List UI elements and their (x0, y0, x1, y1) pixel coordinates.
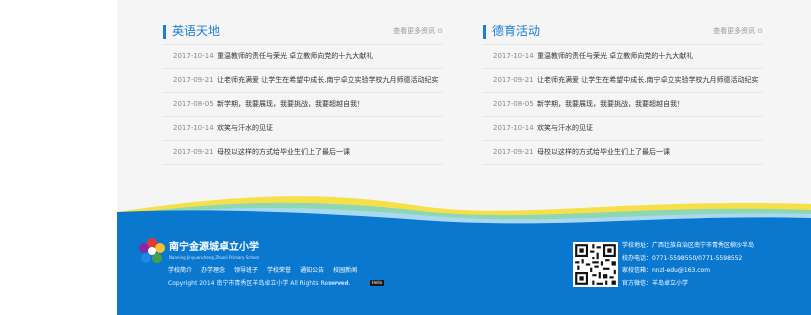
item-title[interactable]: 母校以这样的方式给毕业生们上了最后一课 (217, 148, 350, 157)
item-title[interactable]: 新学期，我要展现，我要挑战，我要超越自我！ (217, 100, 364, 109)
section-accent-bar (483, 25, 486, 39)
school-name: 南宁金源城卓立小学 (169, 242, 259, 253)
arrow-circle-icon: ⊙ (437, 27, 443, 35)
footer-link-notices[interactable]: 通知公告 (300, 266, 324, 275)
list-item[interactable]: 2017-10-14 重温教师的责任与荣光 卓立教师向党的十九大献礼 (163, 45, 443, 69)
copyright-text: Copyright 2014 南宁市青秀区羊岛卓立小学 All Rights R… (168, 280, 351, 287)
powered-by-badge[interactable]: Hello (370, 280, 384, 286)
section-header: 英语天地 查看更多资讯 ⊙ (163, 18, 443, 45)
flower-logo-icon (139, 238, 165, 263)
item-date: 2017-09-21 (173, 76, 214, 84)
list-item[interactable]: 2017-10-14 重温教师的责任与荣光 卓立教师向党的十九大献礼 (483, 45, 763, 69)
list-item[interactable]: 2017-08-05 新学期，我要展现，我要挑战，我要超越自我！ (163, 93, 443, 117)
item-title[interactable]: 让老师充满爱 让学生在希望中成长.南宁卓立实验学校九月师德活动纪实 (537, 76, 758, 85)
list-item[interactable]: 2017-09-21 让老师充满爱 让学生在希望中成长.南宁卓立实验学校九月师德活… (483, 69, 763, 93)
item-title[interactable]: 母校以这样的方式给毕业生们上了最后一课 (537, 148, 670, 157)
item-date: 2017-09-21 (493, 76, 534, 84)
item-title[interactable]: 重温教师的责任与荣光 卓立教师向党的十九大献礼 (537, 52, 693, 61)
item-date: 2017-10-14 (493, 124, 534, 132)
item-title[interactable]: 欢笑与汗水的见证 (217, 124, 273, 133)
item-date: 2017-10-14 (173, 124, 214, 132)
item-date: 2017-09-21 (493, 148, 534, 156)
left-white-column (0, 0, 117, 315)
item-date: 2017-08-05 (173, 100, 214, 108)
contact-phone: 校办电话：0771-5598550/0771-5598552 (622, 254, 743, 262)
item-title[interactable]: 欢笑与汗水的见证 (537, 124, 593, 133)
contact-email[interactable]: 家校信箱：nnzl-edu@163.com (622, 265, 754, 278)
section-title: 德育活动 (492, 24, 541, 38)
list-item[interactable]: 2017-08-05 新学期，我要展现，我要挑战，我要超越自我！ (483, 93, 763, 117)
view-more-link[interactable]: 查看更多资讯 ⊙ (713, 26, 763, 36)
item-date: 2017-09-21 (173, 148, 214, 156)
contact-wechat: 官方微信：羊岛卓立小学 (622, 279, 689, 287)
section-accent-bar (163, 25, 166, 39)
section-header: 德育活动 查看更多资讯 ⊙ (483, 18, 763, 45)
view-more-link[interactable]: 查看更多资讯 ⊙ (393, 26, 443, 36)
footer-link-intro[interactable]: 学校简介 (168, 266, 192, 275)
footer-link-philosophy[interactable]: 办学理念 (201, 266, 225, 275)
item-date: 2017-08-05 (493, 100, 534, 108)
list-item[interactable]: 2017-09-21 母校以这样的方式给毕业生们上了最后一课 (163, 141, 443, 165)
news-section-english: 英语天地 查看更多资讯 ⊙ 2017-10-14 重温教师的责任与荣光 卓立教师向党… (163, 18, 443, 165)
item-title[interactable]: 新学期，我要展现，我要挑战，我要超越自我！ (537, 100, 684, 109)
footer-link-leaders[interactable]: 领导班子 (234, 266, 258, 275)
list-item[interactable]: 2017-09-21 让老师充满爱 让学生在希望中成长.南宁卓立实验学校九月师德活… (163, 69, 443, 93)
item-title[interactable]: 重温教师的责任与荣光 卓立教师向党的十九大献礼 (217, 52, 373, 61)
list-item[interactable]: 2017-10-14 欢笑与汗水的见证 (483, 117, 763, 141)
arrow-circle-icon: ⊙ (757, 27, 763, 35)
qr-code-icon (573, 242, 618, 287)
list-item[interactable]: 2017-10-14 欢笑与汗水的见证 (163, 117, 443, 141)
footer-nav: 学校简介 办学理念 领导班子 学校荣誉 通知公告 校园新闻 (168, 266, 366, 275)
school-name-en: Nanning Jinyuancheng Zhuoli Primary Scho… (169, 255, 259, 260)
footer-link-news[interactable]: 校园新闻 (333, 266, 357, 275)
item-date: 2017-10-14 (493, 52, 534, 60)
news-section-moral: 德育活动 查看更多资讯 ⊙ 2017-10-14 重温教师的责任与荣光 卓立教师向党… (483, 18, 763, 165)
powered-by-text: POWERED BY (329, 281, 350, 285)
footer-wave-decoration (117, 196, 811, 230)
section-title: 英语天地 (172, 24, 221, 38)
list-item[interactable]: 2017-09-21 母校以这样的方式给毕业生们上了最后一课 (483, 141, 763, 165)
contact-info: 学校地址：广西壮族自治区南宁市青秀区柳沙半岛 校办电话：0771-5598550… (622, 240, 754, 290)
item-date: 2017-10-14 (173, 52, 214, 60)
footer-link-honors[interactable]: 学校荣誉 (267, 266, 291, 275)
contact-address: 学校地址：广西壮族自治区南宁市青秀区柳沙半岛 (622, 242, 755, 249)
item-title[interactable]: 让老师充满爱 让学生在希望中成长.南宁卓立实验学校九月师德活动纪实 (217, 76, 438, 85)
